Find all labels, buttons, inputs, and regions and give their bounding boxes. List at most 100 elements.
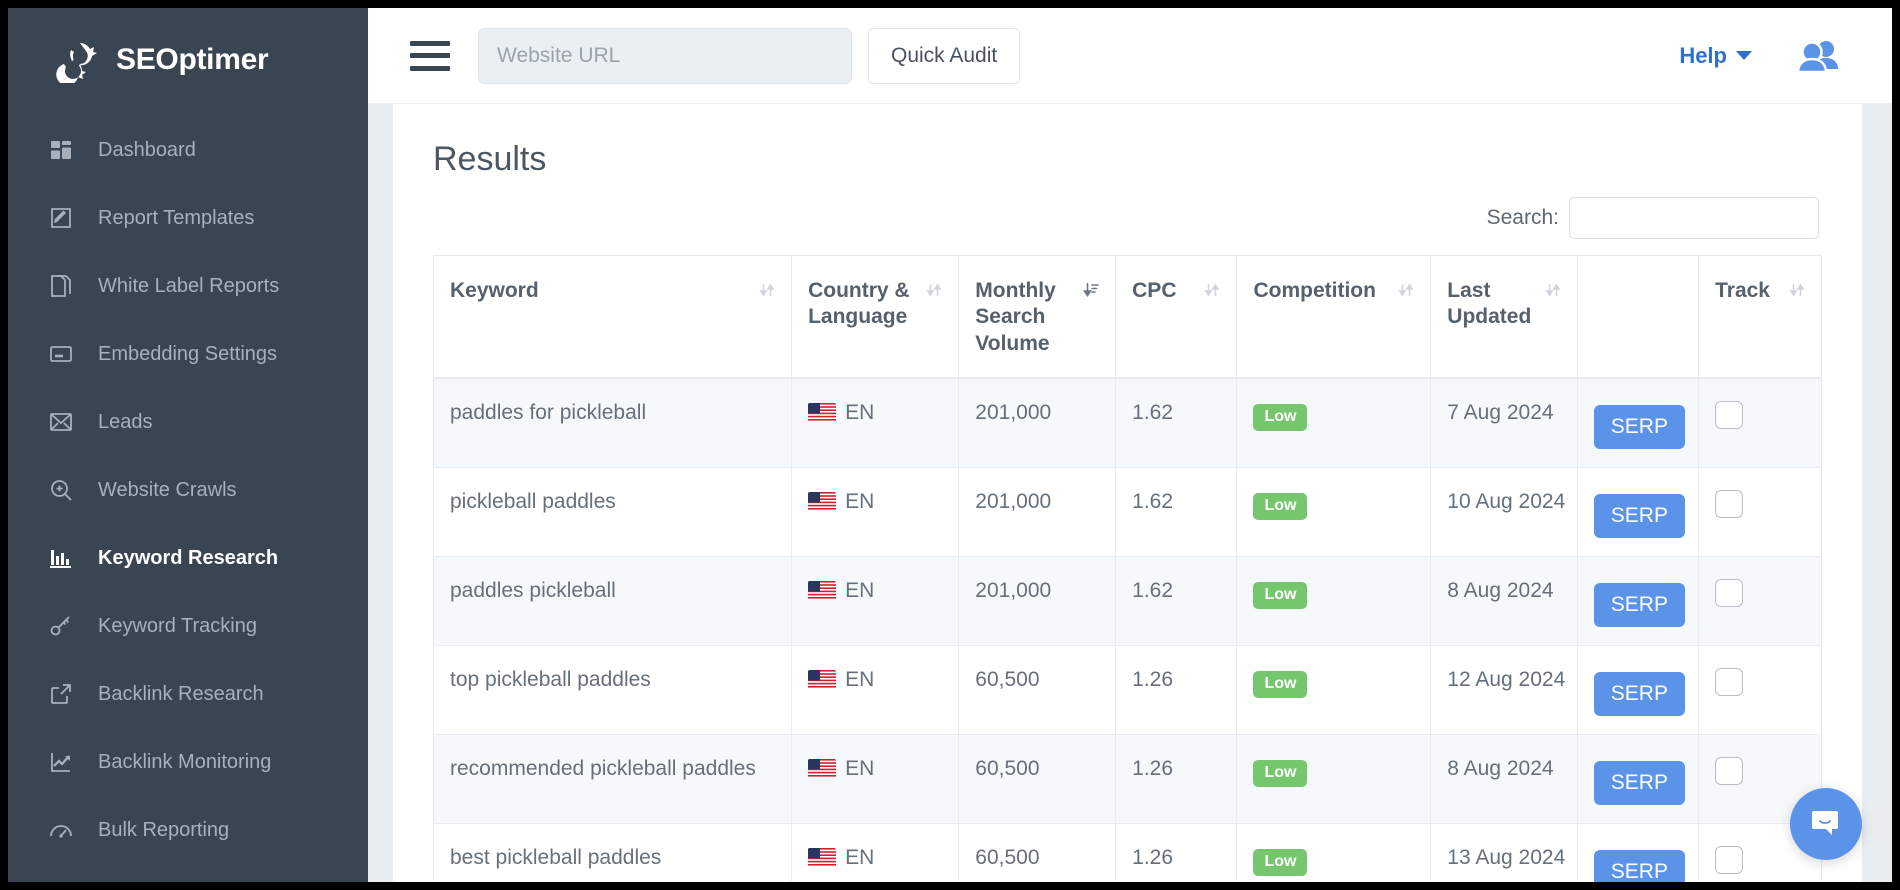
table-row: paddles for pickleballEN201,0001.62Low7 … xyxy=(434,378,1822,468)
hamburger-icon[interactable] xyxy=(410,41,450,71)
quick-audit-button[interactable]: Quick Audit xyxy=(868,28,1020,84)
column-header-cpc[interactable]: CPC xyxy=(1116,256,1237,378)
column-header-keyword[interactable]: Keyword xyxy=(434,256,792,378)
embed-window-icon xyxy=(48,341,74,367)
brand-name: SEOptimer xyxy=(116,43,268,77)
sidebar-item-backlink-research[interactable]: Backlink Research xyxy=(8,660,368,728)
track-checkbox[interactable] xyxy=(1715,579,1743,607)
help-menu[interactable]: Help xyxy=(1679,43,1752,69)
cell-keyword: recommended pickleball paddles xyxy=(434,734,792,823)
sidebar-item-dashboard[interactable]: Dashboard xyxy=(8,116,368,184)
volume-value: 60,500 xyxy=(975,757,1039,780)
cell-competition: Low xyxy=(1237,645,1431,734)
cell-cpc: 1.62 xyxy=(1116,467,1237,556)
cell-country-language: EN xyxy=(792,734,959,823)
top-bar: Quick Audit Help xyxy=(368,8,1892,104)
status-badge: Low xyxy=(1253,671,1307,698)
column-header-label: Track xyxy=(1715,278,1770,304)
column-header-track[interactable]: Track xyxy=(1699,256,1822,378)
volume-value: 60,500 xyxy=(975,846,1039,869)
cpc-value: 1.62 xyxy=(1132,579,1173,602)
magnifier-plus-icon xyxy=(48,477,74,503)
table-row: best pickleball paddlesEN60,5001.26Low13… xyxy=(434,823,1822,882)
sidebar-item-website-crawls[interactable]: Website Crawls xyxy=(8,456,368,524)
last-updated-value: 13 Aug 2024 xyxy=(1447,846,1565,869)
search-label: Search: xyxy=(1487,206,1559,230)
sort-toggle-icon[interactable] xyxy=(1204,280,1220,300)
column-header-actions[interactable] xyxy=(1577,256,1698,378)
search-input[interactable] xyxy=(1569,197,1819,239)
cell-last-updated: 8 Aug 2024 xyxy=(1431,556,1577,645)
cell-monthly-search-volume: 201,000 xyxy=(959,467,1116,556)
sidebar-item-embedding-settings[interactable]: Embedding Settings xyxy=(8,320,368,388)
track-checkbox[interactable] xyxy=(1715,846,1743,874)
topbar-right: Help xyxy=(1679,39,1858,73)
cell-country-language: EN xyxy=(792,467,959,556)
sort-toggle-icon[interactable] xyxy=(1789,280,1805,300)
column-header-country-language[interactable]: Country & Language xyxy=(792,256,959,378)
sidebar-item-leads[interactable]: Leads xyxy=(8,388,368,456)
track-checkbox[interactable] xyxy=(1715,490,1743,518)
column-header-last-updated[interactable]: Last Updated xyxy=(1431,256,1577,378)
cell-country-language: EN xyxy=(792,378,959,468)
serp-button[interactable]: SERP xyxy=(1594,850,1685,883)
gauge-icon xyxy=(48,817,74,843)
column-header-competition[interactable]: Competition xyxy=(1237,256,1431,378)
column-header-monthly-search-volume[interactable]: Monthly Search Volume xyxy=(959,256,1116,378)
scroll-gutter[interactable] xyxy=(1862,200,1892,882)
table-row: paddles pickleballEN201,0001.62Low8 Aug … xyxy=(434,556,1822,645)
sidebar-item-label: Keyword Research xyxy=(98,548,278,568)
track-checkbox[interactable] xyxy=(1715,668,1743,696)
website-url-input[interactable] xyxy=(478,28,852,84)
sidebar-item-bulk-reporting[interactable]: Bulk Reporting xyxy=(8,796,368,864)
external-link-icon xyxy=(48,681,74,707)
track-checkbox[interactable] xyxy=(1715,401,1743,429)
sort-toggle-icon[interactable] xyxy=(1545,280,1561,300)
status-badge: Low xyxy=(1253,582,1307,609)
serp-button[interactable]: SERP xyxy=(1594,405,1685,449)
cell-keyword: best pickleball paddles xyxy=(434,823,792,882)
cell-serp-action: SERP xyxy=(1577,734,1698,823)
sidebar-item-keyword-tracking[interactable]: Keyword Tracking xyxy=(8,592,368,660)
track-checkbox[interactable] xyxy=(1715,757,1743,785)
brand-logo-area[interactable]: SEOptimer xyxy=(8,12,368,108)
sort-toggle-icon[interactable] xyxy=(759,280,775,300)
sort-toggle-icon[interactable] xyxy=(1083,280,1099,300)
sidebar-item-backlink-monitoring[interactable]: Backlink Monitoring xyxy=(8,728,368,796)
cell-serp-action: SERP xyxy=(1577,467,1698,556)
cell-monthly-search-volume: 60,500 xyxy=(959,645,1116,734)
sort-toggle-icon[interactable] xyxy=(926,280,942,300)
sidebar-item-report-templates[interactable]: Report Templates xyxy=(8,184,368,252)
cell-keyword: paddles pickleball xyxy=(434,556,792,645)
serp-button[interactable]: SERP xyxy=(1594,761,1685,805)
results-card: Results Search: KeywordCountry & Languag… xyxy=(393,104,1862,882)
sort-toggle-icon[interactable] xyxy=(1398,280,1414,300)
sidebar-item-label: Keyword Tracking xyxy=(98,616,257,636)
cell-track xyxy=(1699,378,1822,468)
serp-button[interactable]: SERP xyxy=(1594,672,1685,716)
language-code: EN xyxy=(845,401,874,425)
chat-bubble-icon[interactable] xyxy=(1790,788,1862,860)
users-icon[interactable] xyxy=(1796,39,1840,73)
table-row: top pickleball paddlesEN60,5001.26Low12 … xyxy=(434,645,1822,734)
sidebar-item-keyword-research[interactable]: Keyword Research xyxy=(8,524,368,592)
chevron-down-icon xyxy=(1736,51,1752,60)
serp-button[interactable]: SERP xyxy=(1594,494,1685,538)
envelope-icon xyxy=(48,409,74,435)
keyword-text: top pickleball paddles xyxy=(450,668,651,691)
us-flag-icon xyxy=(808,848,836,867)
last-updated-value: 12 Aug 2024 xyxy=(1447,668,1565,691)
cell-competition: Low xyxy=(1237,556,1431,645)
dashboard-icon xyxy=(48,137,74,163)
sidebar-item-label: Dashboard xyxy=(98,140,196,160)
volume-value: 201,000 xyxy=(975,579,1051,602)
table-body: paddles for pickleballEN201,0001.62Low7 … xyxy=(434,378,1822,883)
us-flag-icon xyxy=(808,581,836,600)
cpc-value: 1.62 xyxy=(1132,490,1173,513)
cell-last-updated: 10 Aug 2024 xyxy=(1431,467,1577,556)
sidebar-item-label: Report Templates xyxy=(98,208,254,228)
sidebar-item-white-label-reports[interactable]: White Label Reports xyxy=(8,252,368,320)
serp-button[interactable]: SERP xyxy=(1594,583,1685,627)
cell-monthly-search-volume: 201,000 xyxy=(959,378,1116,468)
last-updated-value: 7 Aug 2024 xyxy=(1447,401,1553,424)
